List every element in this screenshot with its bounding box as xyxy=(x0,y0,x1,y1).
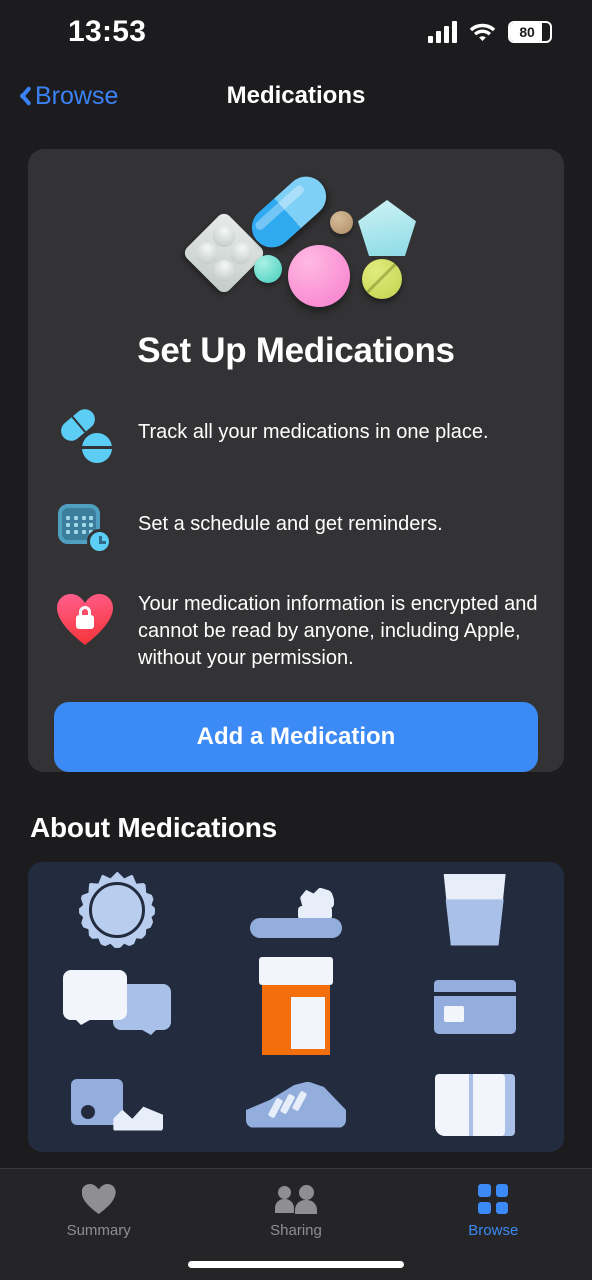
cyan-pentagon-tablet-icon xyxy=(358,200,416,256)
about-medications-banner[interactable] xyxy=(28,862,564,1152)
credit-card-icon xyxy=(385,957,564,1057)
scroll-content: Set Up Medications Track all your medica… xyxy=(0,128,592,1152)
pink-round-pill-icon xyxy=(288,245,350,307)
about-section-title: About Medications xyxy=(30,812,278,843)
feature-row-privacy: Your medication information is encrypted… xyxy=(54,589,538,672)
tab-browse[interactable]: Browse xyxy=(395,1183,592,1239)
wifi-icon xyxy=(469,22,496,42)
tab-sharing[interactable]: Sharing xyxy=(197,1183,394,1239)
tan-round-pill-icon xyxy=(330,211,353,234)
setup-card-title: Set Up Medications xyxy=(137,331,455,370)
calendar-clock-icon xyxy=(54,497,116,559)
setup-medications-card: Set Up Medications Track all your medica… xyxy=(28,149,564,772)
status-time: 13:53 xyxy=(68,15,147,48)
status-bar: 13:53 80 xyxy=(0,0,592,64)
add-medication-button[interactable]: Add a Medication xyxy=(54,702,538,772)
sneaker-icon xyxy=(207,1057,386,1152)
feature-list: Track all your medications in one place.… xyxy=(28,405,564,672)
feature-row-schedule: Set a schedule and get reminders. xyxy=(54,497,538,559)
tab-bar: Summary Sharing Browse xyxy=(0,1168,592,1280)
feature-text-privacy: Your medication information is encrypted… xyxy=(138,593,538,669)
battery-percent-label: 80 xyxy=(519,24,535,40)
heart-lock-icon xyxy=(54,589,116,651)
pill-bottle-icon xyxy=(207,957,386,1057)
pills-icon xyxy=(54,405,116,467)
tab-sharing-label: Sharing xyxy=(270,1222,322,1239)
tab-browse-label: Browse xyxy=(468,1222,519,1239)
people-icon xyxy=(274,1183,317,1215)
grid-icon xyxy=(478,1183,509,1215)
home-indicator xyxy=(188,1261,404,1268)
teal-round-pill-icon xyxy=(254,255,282,283)
tab-summary[interactable]: Summary xyxy=(0,1183,197,1239)
book-icon xyxy=(385,1057,564,1152)
medication-pills-illustration xyxy=(28,168,564,325)
toothpaste-icon xyxy=(207,862,386,957)
yellow-scored-tablet-icon xyxy=(362,259,402,299)
app-screen: 13:53 80 Browse Medications Set Up Medic… xyxy=(0,0,592,1280)
feature-row-track: Track all your medications in one place. xyxy=(54,405,538,467)
sun-icon xyxy=(28,862,207,957)
water-glass-icon xyxy=(385,862,564,957)
feature-text-schedule: Set a schedule and get reminders. xyxy=(138,513,443,535)
battery-icon: 80 xyxy=(508,21,552,43)
page-title: Medications xyxy=(226,82,366,109)
blue-capsule-icon xyxy=(243,168,335,256)
heart-icon xyxy=(82,1183,116,1215)
speech-bubbles-icon xyxy=(28,957,207,1057)
status-indicators: 80 xyxy=(428,21,552,43)
navigation-bar: Browse Medications xyxy=(0,64,592,128)
tab-summary-label: Summary xyxy=(66,1222,131,1239)
soap-dispenser-icon xyxy=(28,1057,207,1152)
cellular-signal-icon xyxy=(428,21,457,43)
feature-text-track: Track all your medications in one place. xyxy=(138,421,489,443)
